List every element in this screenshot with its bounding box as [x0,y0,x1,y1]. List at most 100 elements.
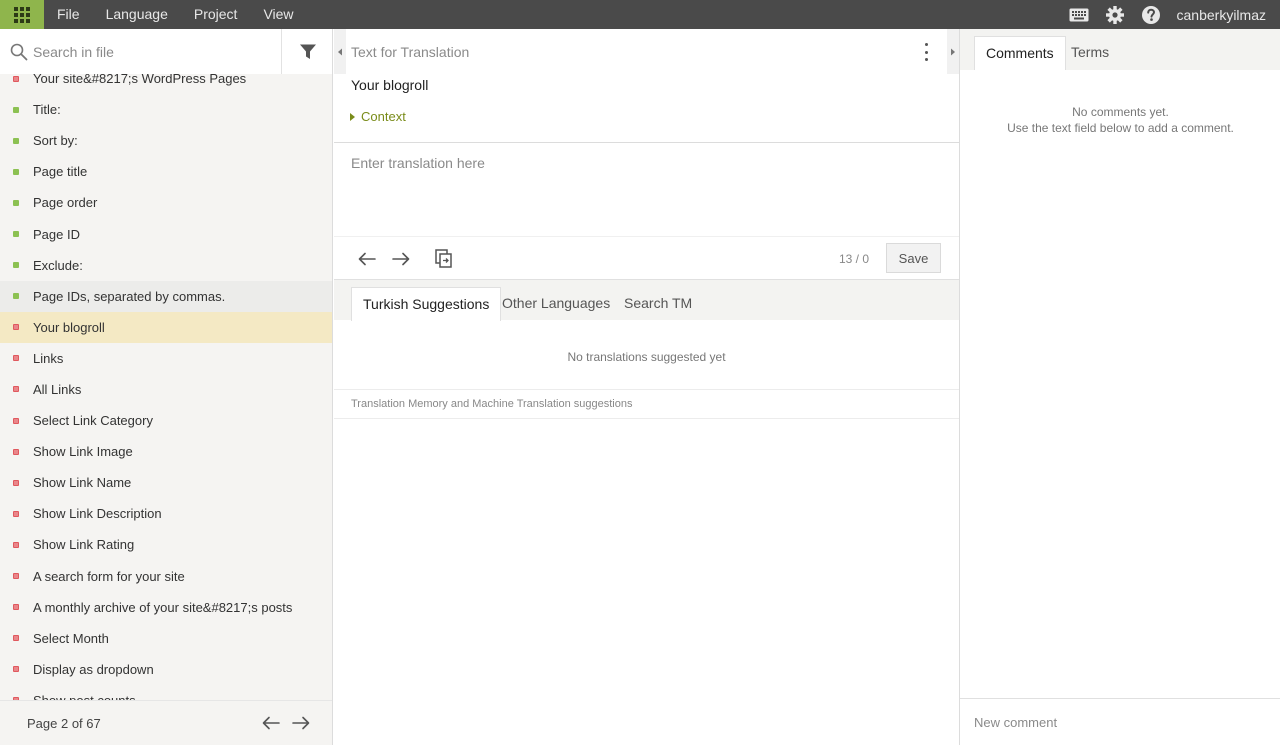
list-item-label: Sort by: [33,133,78,149]
list-item[interactable]: Display as dropdown [0,654,332,685]
list-item-label: Page IDs, separated by commas. [33,288,226,304]
comments-panel: Comments Terms No comments yet. Use the … [959,29,1280,745]
list-item-label: Exclude: [33,257,83,273]
status-dot [13,386,19,393]
gear-icon[interactable] [1103,0,1127,29]
list-item[interactable]: Your blogroll [0,311,332,343]
list-item-label: Show Link Rating [33,537,135,553]
list-item-label: Page ID [33,226,80,242]
apps-button[interactable] [0,0,44,29]
new-comment-input[interactable] [960,698,1280,745]
status-dot [13,262,19,269]
no-comments-message: No comments yet. Use the text field belo… [960,104,1280,136]
copy-source-icon[interactable] [433,249,455,269]
status-dot [13,355,19,362]
status-dot [13,168,19,175]
status-dot [13,541,19,548]
list-item[interactable]: Page order [0,187,332,218]
menu-project[interactable]: Project [181,0,251,29]
menu-view[interactable]: View [250,0,306,29]
no-comments-line1: No comments yet. [1072,105,1169,119]
list-item[interactable]: A search form for your site [0,561,332,592]
tab-search-tm[interactable]: Search TM [613,287,703,321]
status-dot [13,417,19,424]
list-item[interactable]: Show post counts [0,685,332,700]
list-item-label: Your site&#8217;s WordPress Pages [33,74,247,87]
status-dot [13,324,19,331]
status-dot [13,479,19,486]
character-counter: 13 / 0 [839,252,870,266]
previous-string-arrow-icon[interactable] [356,249,378,269]
list-item[interactable]: Links [0,343,332,374]
suggestions-note: Translation Memory and Machine Translati… [351,398,633,410]
list-item[interactable]: Show Link Name [0,467,332,498]
list-item-label: Links [33,350,64,366]
top-bar: File Language Project View canberkyilmaz [0,0,1280,29]
divider [334,418,959,419]
list-item[interactable]: Show Link Image [0,436,332,467]
tab-comments[interactable]: Comments [974,36,1066,70]
search-icon [10,43,28,61]
editor-toolbar: 13 / 0 Save [334,236,959,279]
list-item-label: Select Month [33,630,109,646]
list-item-label: Display as dropdown [33,661,154,677]
prev-page-arrow-icon[interactable] [260,713,282,733]
next-page-arrow-icon[interactable] [290,713,312,733]
list-item[interactable]: Page title [0,156,332,187]
list-item[interactable]: Sort by: [0,125,332,156]
list-item-label: Show Link Name [33,475,132,491]
suggestions-tabs: Turkish Suggestions Other Languages Sear… [334,279,959,321]
status-dot [13,106,19,113]
list-item-label: Title: [33,102,61,118]
next-string-arrow-icon[interactable] [390,249,412,269]
list-item[interactable]: Select Link Category [0,405,332,436]
translation-input[interactable] [334,143,959,236]
status-dot [13,231,19,238]
filter-button[interactable] [281,29,332,74]
status-dot [13,448,19,455]
user-menu[interactable]: canberkyilmaz [1177,7,1266,23]
tab-terms[interactable]: Terms [1060,36,1120,70]
filter-icon [299,44,316,59]
list-item[interactable]: Select Month [0,623,332,654]
list-item-label: Show post counts [33,693,136,700]
list-item[interactable]: All Links [0,374,332,405]
save-button[interactable]: Save [886,243,941,273]
list-item-label: Page order [33,195,98,211]
keyboard-icon[interactable] [1067,0,1091,29]
list-item[interactable]: Page ID [0,218,332,249]
list-item[interactable]: Exclude: [0,250,332,281]
no-suggestions-message: No translations suggested yet [567,350,726,364]
list-item-label: A search form for your site [33,568,185,584]
editor-panel: Text for Translation Your blogroll Conte… [334,29,959,745]
page-indicator: Page 2 of 67 [27,715,101,731]
search-bar [0,29,332,74]
search-input[interactable] [33,43,273,60]
list-item[interactable]: A monthly archive of your site&#8217;s p… [0,592,332,623]
more-options-icon[interactable] [922,43,930,61]
tab-other-languages[interactable]: Other Languages [491,287,621,321]
comments-tabs: Comments Terms [960,29,1280,70]
expand-triangle-icon [350,112,355,121]
status-dot [13,604,19,611]
tab-turkish-suggestions[interactable]: Turkish Suggestions [351,287,502,321]
help-icon[interactable] [1139,0,1163,29]
menu-language[interactable]: Language [93,0,181,29]
list-item-label: Page title [33,164,88,180]
pagination: Page 2 of 67 [0,700,332,745]
status-dot [13,635,19,642]
collapse-left-button[interactable] [334,29,346,74]
list-item[interactable]: Title: [0,94,332,125]
caret-right-icon [951,48,955,55]
caret-left-icon [338,48,342,55]
list-item-label: Show Link Description [33,506,162,522]
collapse-right-button[interactable] [947,29,959,74]
list-item[interactable]: Show Link Description [0,498,332,529]
list-item[interactable]: Show Link Rating [0,529,332,560]
list-item[interactable]: Page IDs, separated by commas. [0,280,332,312]
menu-file[interactable]: File [44,0,93,29]
context-toggle[interactable]: Context [350,109,406,124]
list-item[interactable]: Your site&#8217;s WordPress Pages [0,74,332,94]
divider [334,389,959,390]
list-item-label: All Links [33,381,82,397]
